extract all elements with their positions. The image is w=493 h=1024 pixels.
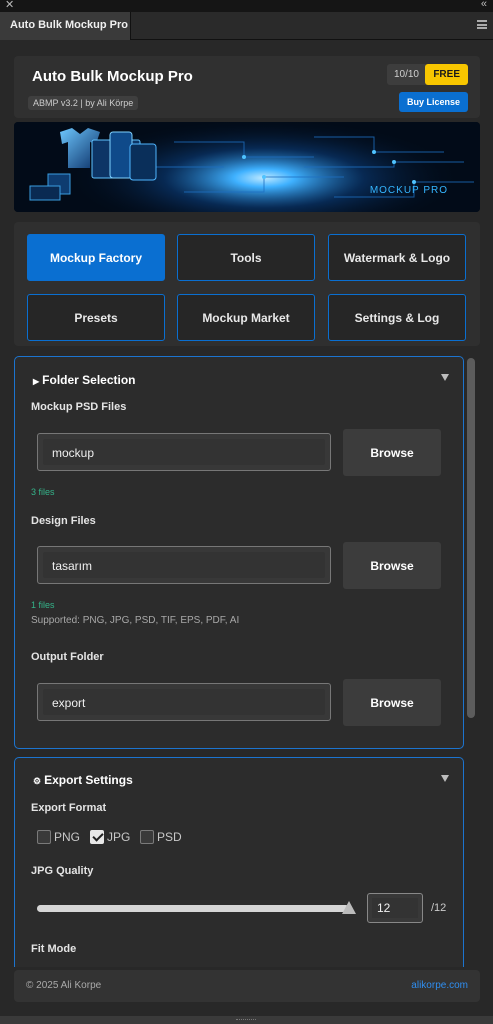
design-folder-value[interactable]: tasarım: [43, 552, 325, 578]
banner-image: MOCKUP PRO: [14, 122, 480, 212]
format-jpg-label: JPG: [107, 830, 131, 844]
jpg-quality-input[interactable]: 12: [367, 893, 423, 923]
checkbox-box-checked[interactable]: [90, 830, 104, 844]
jpg-quality-label: JPG Quality: [31, 865, 94, 877]
export-format-label: Export Format: [31, 802, 107, 814]
gear-icon: ⚙: [33, 776, 42, 786]
folder-selection-title: Folder Selection: [42, 373, 136, 387]
jpg-quality-value[interactable]: 12: [372, 898, 418, 918]
collapse-chevron-icon[interactable]: [441, 775, 449, 782]
version-badge: ABMP v3.2 | by Ali Körpe: [28, 96, 139, 110]
fit-mode-label: Fit Mode: [31, 943, 77, 955]
jpg-quality-max: /12: [431, 902, 447, 914]
banner-artwork: [14, 122, 480, 212]
slider-thumb[interactable]: [342, 901, 356, 914]
checkbox-box[interactable]: [140, 830, 154, 844]
output-folder-label: Output Folder: [31, 651, 104, 663]
mockup-folder-value[interactable]: mockup: [43, 439, 325, 465]
scrollbar-thumb[interactable]: [467, 358, 475, 718]
resize-bar[interactable]: [0, 1016, 493, 1024]
mockup-files-label: Mockup PSD Files: [31, 401, 127, 413]
design-browse-button[interactable]: Browse: [343, 542, 441, 589]
mockup-browse-button[interactable]: Browse: [343, 429, 441, 476]
supported-formats-text: Supported: PNG, JPG, PSD, TIF, EPS, PDF,…: [31, 615, 240, 626]
export-settings-header[interactable]: ⚙ Export Settings: [33, 773, 133, 787]
panel-tabbar: Auto Bulk Mockup Pro: [0, 12, 493, 40]
output-folder-value[interactable]: export: [43, 689, 325, 715]
design-folder-field[interactable]: tasarım: [37, 546, 331, 584]
nav-presets[interactable]: Presets: [27, 294, 165, 341]
panel-menu-icon[interactable]: [477, 20, 487, 29]
folder-selection-header[interactable]: ▶ Folder Selection: [33, 373, 136, 387]
resize-grip-icon[interactable]: [236, 1019, 256, 1021]
mockup-file-count: 3 files: [31, 487, 55, 497]
design-files-label: Design Files: [31, 515, 96, 527]
format-jpg-checkbox[interactable]: JPG: [90, 830, 130, 844]
plan-badge: FREE: [425, 64, 468, 85]
buy-license-button[interactable]: Buy License: [398, 92, 468, 112]
output-browse-button[interactable]: Browse: [343, 679, 441, 726]
collapse-icon[interactable]: «: [481, 0, 487, 10]
nav-mockup-market[interactable]: Mockup Market: [177, 294, 315, 341]
app-window: ✕ « Auto Bulk Mockup Pro Auto Bulk Mocku…: [0, 0, 493, 1024]
nav-mockup-factory[interactable]: Mockup Factory: [27, 234, 165, 281]
website-link[interactable]: alikorpe.com: [411, 980, 468, 991]
close-icon[interactable]: ✕: [5, 0, 14, 11]
app-title: Auto Bulk Mockup Pro: [32, 68, 193, 85]
expand-triangle-icon: ▶: [33, 377, 40, 386]
output-folder-field[interactable]: export: [37, 683, 331, 721]
design-file-count: 1 files: [31, 600, 55, 610]
window-titlebar: ✕ «: [0, 0, 493, 12]
slider-fill: [37, 905, 349, 912]
mockup-folder-field[interactable]: mockup: [37, 433, 331, 471]
panel-tab[interactable]: Auto Bulk Mockup Pro: [0, 12, 131, 40]
copyright-text: © 2025 Ali Korpe: [26, 980, 102, 991]
header-card: Auto Bulk Mockup Pro ABMP v3.2 | by Ali …: [14, 56, 480, 118]
banner-brand-text: MOCKUP PRO: [369, 185, 448, 196]
nav-tools[interactable]: Tools: [177, 234, 315, 281]
format-psd-label: PSD: [157, 830, 182, 844]
usage-counter: 10/10: [386, 64, 426, 85]
format-png-checkbox[interactable]: PNG: [37, 830, 80, 844]
checkbox-box[interactable]: [37, 830, 51, 844]
format-psd-checkbox[interactable]: PSD: [140, 830, 182, 844]
nav-settings-log[interactable]: Settings & Log: [328, 294, 466, 341]
collapse-chevron-icon[interactable]: [441, 374, 449, 381]
footer: © 2025 Ali Korpe alikorpe.com: [14, 970, 480, 1002]
nav-watermark-logo[interactable]: Watermark & Logo: [328, 234, 466, 281]
panel-scrollbar[interactable]: [467, 358, 475, 958]
export-settings-title: Export Settings: [44, 773, 133, 787]
folder-selection-section: ▶ Folder Selection Mockup PSD Files mocku…: [14, 356, 464, 749]
format-png-label: PNG: [54, 830, 81, 844]
export-settings-section: ⚙ Export Settings Export Format PNG JPG P…: [14, 757, 464, 967]
main-nav: Mockup Factory Tools Watermark & Logo Pr…: [14, 222, 480, 346]
jpg-quality-slider[interactable]: [37, 901, 356, 914]
plugin-panel: Auto Bulk Mockup Pro ABMP v3.2 | by Ali …: [0, 40, 493, 1016]
